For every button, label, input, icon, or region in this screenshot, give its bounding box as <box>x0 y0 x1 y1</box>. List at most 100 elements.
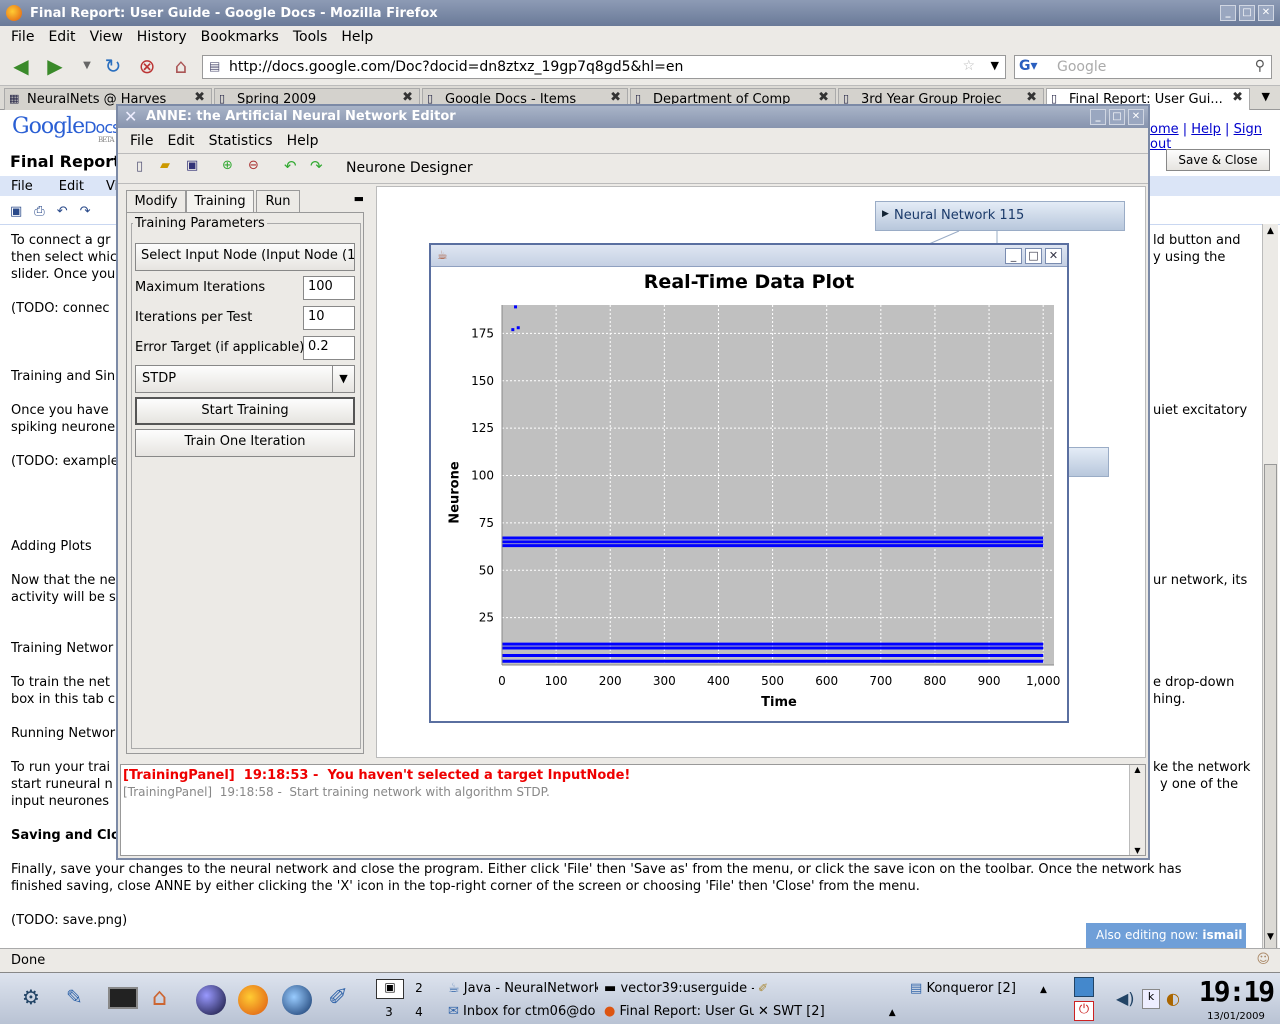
home-icon[interactable]: ⌂ <box>168 55 194 79</box>
bookmark-star-icon[interactable]: ☆ <box>962 58 975 74</box>
task-swt[interactable]: ✕ SWT [2] ▲ <box>758 1004 898 1019</box>
scroll-thumb[interactable] <box>1264 464 1277 1012</box>
menu-view[interactable]: View <box>90 29 123 45</box>
max-iterations-field[interactable]: 100 <box>303 276 355 300</box>
link-help[interactable]: Help <box>1191 122 1221 137</box>
docs-menu-edit[interactable]: Edit <box>59 179 84 194</box>
panel-collapse-icon[interactable]: ▬ <box>354 192 364 205</box>
tab-close-icon[interactable]: ✖ <box>818 90 829 105</box>
google-docs-logo[interactable]: GoogleDocs BETA <box>12 114 120 144</box>
save-close-button[interactable]: Save & Close <box>1166 149 1270 171</box>
undo-icon[interactable]: ↶ <box>284 157 297 175</box>
task-konqueror[interactable]: ▤ Konqueror [2] ▲ <box>910 981 1060 996</box>
task-final-report[interactable]: ● Final Report: User Gu <box>604 1004 754 1019</box>
log-scroll-up-icon[interactable]: ▲ <box>1130 765 1145 774</box>
editor-icon[interactable]: ✎ <box>66 985 83 1009</box>
anne-menu-statistics[interactable]: Statistics <box>209 133 273 149</box>
tab-list-icon[interactable]: ▼ <box>1262 90 1270 103</box>
menu-history[interactable]: History <box>137 29 187 45</box>
search-box[interactable]: G▾ Google ⚲ <box>1014 55 1272 79</box>
iterations-per-test-field[interactable]: 10 <box>303 306 355 330</box>
task-paint-icon[interactable]: ✐ <box>758 981 768 995</box>
start-training-button[interactable]: Start Training <box>135 397 355 425</box>
task-vector39[interactable]: ▬ vector39:userguide - <box>604 981 754 996</box>
scroll-up-icon[interactable]: ▲ <box>1263 226 1278 240</box>
scroll-down-icon[interactable]: ▼ <box>1263 932 1278 946</box>
tray-power-icon[interactable]: ⏻ <box>1074 1001 1094 1021</box>
docs-print-icon[interactable]: ⎙ <box>34 204 44 219</box>
minimize-button[interactable]: _ <box>1220 5 1236 21</box>
terminal-icon[interactable] <box>108 987 138 1009</box>
tab-close-icon[interactable]: ✖ <box>194 90 205 105</box>
tab-close-icon[interactable]: ✖ <box>610 90 621 105</box>
history-dropdown-icon[interactable]: ▼ <box>74 55 100 79</box>
anne-menu-file[interactable]: File <box>130 133 153 149</box>
globe-icon[interactable] <box>196 985 226 1015</box>
link-home[interactable]: ome <box>1150 122 1179 137</box>
anne-menu-edit[interactable]: Edit <box>167 133 194 149</box>
docs-redo-icon[interactable]: ↷ <box>80 204 91 219</box>
chevron-down-icon[interactable]: ▼ <box>332 366 354 392</box>
docs-save-icon[interactable]: ▣ <box>10 204 22 219</box>
menu-bookmarks[interactable]: Bookmarks <box>201 29 279 45</box>
tray-app-icon[interactable]: ◐ <box>1166 989 1180 1008</box>
desktop-3-pager[interactable]: 3 <box>378 1005 400 1019</box>
thunderbird-icon[interactable] <box>282 985 312 1015</box>
menu-help[interactable]: Help <box>341 29 373 45</box>
menu-edit[interactable]: Edit <box>48 29 75 45</box>
anne-maximize-button[interactable]: □ <box>1109 109 1125 125</box>
plot-background <box>502 305 1054 665</box>
zoom-in-icon[interactable]: ⊕ <box>222 158 233 173</box>
tab-modify[interactable]: Modify <box>126 190 186 212</box>
task-java[interactable]: ☕ Java - NeuralNetwork <box>448 981 598 996</box>
select-input-node-button[interactable]: Select Input Node (Input Node (1 <box>135 243 355 271</box>
back-icon[interactable]: ◀ <box>8 55 34 79</box>
open-folder-icon[interactable]: ▰ <box>160 158 170 173</box>
task-inbox[interactable]: ✉ Inbox for ctm06@do <box>448 1004 598 1019</box>
paint-icon[interactable]: ✐ <box>328 983 348 1011</box>
tab-training[interactable]: Training <box>186 190 254 213</box>
train-one-iteration-button[interactable]: Train One Iteration <box>135 429 355 457</box>
redo-icon[interactable]: ↷ <box>310 157 323 175</box>
clock-time[interactable]: 19:19 <box>1196 975 1276 1008</box>
new-file-icon[interactable]: ▯ <box>136 159 143 174</box>
firefox-launcher-icon[interactable] <box>238 985 268 1015</box>
tab-close-icon[interactable]: ✖ <box>402 90 413 105</box>
keyboard-icon[interactable]: k <box>1142 989 1160 1009</box>
kde-menu-icon[interactable]: ⚙ <box>22 985 40 1009</box>
anne-close-button[interactable]: ✕ <box>1128 109 1144 125</box>
menu-file[interactable]: File <box>11 29 34 45</box>
network-node-partial[interactable] <box>1067 447 1109 477</box>
url-bar[interactable]: ▤ http://docs.google.com/Doc?docid=dn8zt… <box>202 55 1006 79</box>
tab-run[interactable]: Run <box>256 190 300 212</box>
desktop-4-pager[interactable]: 4 <box>408 1005 430 1019</box>
save-icon[interactable]: ▣ <box>186 158 198 173</box>
tab-close-icon[interactable]: ✖ <box>1232 90 1243 105</box>
tab-close-icon[interactable]: ✖ <box>1026 90 1037 105</box>
forward-icon[interactable]: ▶ <box>42 55 68 79</box>
doc-scrollbar[interactable]: ▲ ▼ <box>1262 224 1278 1012</box>
menu-tools[interactable]: Tools <box>293 29 328 45</box>
anne-minimize-button[interactable]: _ <box>1090 109 1106 125</box>
zoom-out-icon[interactable]: ⊖ <box>248 158 259 173</box>
home-folder-icon[interactable]: ⌂ <box>152 983 167 1011</box>
algorithm-select[interactable]: STDP ▼ <box>135 365 355 393</box>
maximize-button[interactable]: □ <box>1239 5 1255 21</box>
tray-clipboard-icon[interactable] <box>1074 977 1094 997</box>
anne-menu-help[interactable]: Help <box>287 133 319 149</box>
error-target-field[interactable]: 0.2 <box>303 336 355 360</box>
google-search-engine-icon[interactable]: G▾ <box>1019 58 1038 74</box>
close-button[interactable]: ✕ <box>1258 5 1274 21</box>
volume-icon[interactable]: ◀) <box>1116 989 1135 1008</box>
log-scroll-down-icon[interactable]: ▼ <box>1130 846 1145 855</box>
docs-menu-file[interactable]: File <box>11 179 33 194</box>
reload-icon[interactable]: ↻ <box>100 55 126 79</box>
url-dropdown-icon[interactable]: ▼ <box>991 59 999 72</box>
log-scrollbar[interactable]: ▲ ▼ <box>1129 765 1145 855</box>
search-icon[interactable]: ⚲ <box>1255 58 1265 74</box>
stop-icon[interactable]: ⊗ <box>134 55 160 79</box>
desktop-1-pager[interactable]: ▣ <box>376 979 404 999</box>
desktop-2-pager[interactable]: 2 <box>408 981 430 995</box>
status-addon-icon[interactable]: ☺ <box>1256 952 1270 967</box>
docs-undo-icon[interactable]: ↶ <box>57 204 68 219</box>
